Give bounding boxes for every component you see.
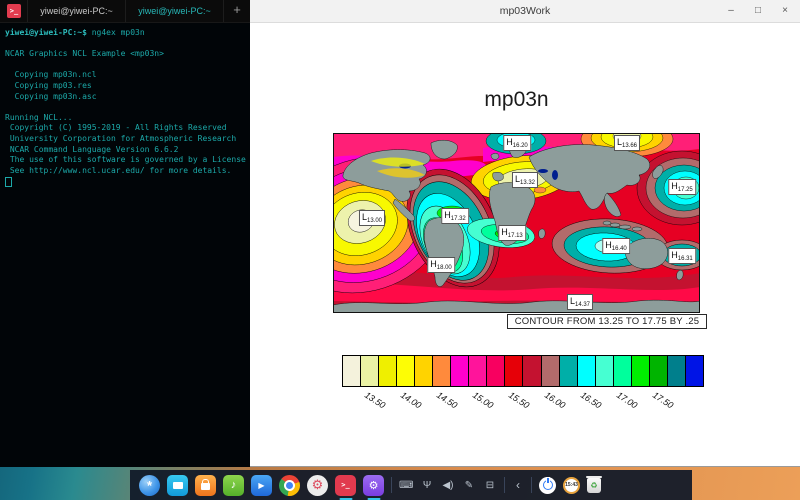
colorbar-tick-label: 14.00 bbox=[399, 390, 423, 411]
terminal-line bbox=[5, 102, 245, 113]
extremum-label: H16.40 bbox=[602, 238, 630, 254]
extremum-label: L13.32 bbox=[512, 172, 538, 188]
terminal-line: NCAR Command Language Version 6.6.2 bbox=[5, 145, 245, 156]
chevron-left-icon[interactable]: ‹ bbox=[512, 478, 524, 492]
keyboard-icon[interactable]: ⌨ bbox=[399, 480, 413, 491]
colorbar-cell bbox=[505, 356, 523, 386]
colorbar-tick-label: 16.50 bbox=[579, 390, 603, 411]
extremum-label: H18.00 bbox=[427, 257, 455, 273]
terminal-line bbox=[5, 39, 245, 50]
close-icon[interactable]: × bbox=[778, 0, 792, 22]
extremum-label: L13.66 bbox=[614, 135, 640, 151]
trash-icon[interactable]: ♻ bbox=[587, 478, 601, 493]
colorbar-cell bbox=[542, 356, 560, 386]
dock-separator bbox=[531, 477, 532, 493]
control-center-icon[interactable]: ⚙ bbox=[307, 475, 328, 496]
terminal-window: >_ yiwei@yiwei-PC:~ yiwei@yiwei-PC:~ + y… bbox=[0, 0, 250, 467]
active-indicator bbox=[339, 498, 352, 500]
file-manager-icon[interactable] bbox=[167, 475, 188, 496]
colorbar-cell bbox=[578, 356, 596, 386]
terminal-line: NCAR Graphics NCL Example <mp03n> bbox=[5, 49, 245, 60]
launcher-icon[interactable]: * bbox=[139, 475, 160, 496]
colorbar-tick-label: 17.00 bbox=[615, 390, 639, 411]
video-icon[interactable]: ▶ bbox=[251, 475, 272, 496]
colorbar-tick-label: 17.50 bbox=[651, 390, 675, 411]
active-indicator bbox=[367, 498, 380, 500]
colorbar-cell bbox=[469, 356, 487, 386]
power-icon[interactable] bbox=[539, 477, 556, 494]
terminal-line: The use of this software is governed by … bbox=[5, 155, 245, 166]
colorbar bbox=[342, 355, 704, 387]
colorbar-cell bbox=[487, 356, 505, 386]
clock-time: 15:43 bbox=[565, 482, 578, 488]
colorbar-cell bbox=[596, 356, 614, 386]
plot-window: mp03Work – □ × mp03n bbox=[250, 0, 800, 467]
terminal-output[interactable]: yiwei@yiwei-PC:~$ ng4ex mp03n NCAR Graph… bbox=[0, 23, 250, 462]
extremum-label: L14.37 bbox=[567, 294, 593, 310]
colorbar-tick-label: 13.50 bbox=[363, 390, 387, 411]
extremum-label: H17.13 bbox=[498, 225, 526, 241]
colorbar-cell bbox=[560, 356, 578, 386]
colorbar-cell bbox=[361, 356, 379, 386]
colorbar-cell bbox=[650, 356, 668, 386]
maximize-icon[interactable]: □ bbox=[751, 0, 765, 22]
colorbar-tick-label: 15.00 bbox=[471, 390, 495, 411]
microphone-icon[interactable]: Ψ bbox=[420, 480, 434, 491]
colorbar-labels: 13.50 14.00 14.50 15.00 15.50 16.00 16.50 17.00… bbox=[342, 389, 702, 413]
extremum-label: H17.32 bbox=[441, 208, 469, 224]
app-store-icon[interactable] bbox=[195, 475, 216, 496]
battery-icon[interactable]: ⊟ bbox=[483, 480, 497, 491]
music-icon[interactable]: ♪ bbox=[223, 475, 244, 496]
terminal-tab-2[interactable]: yiwei@yiwei-PC:~ bbox=[125, 0, 223, 22]
contour-map: H16.20 L13.66 L13.32 H17.25 L13.00 H17.32 H17.… bbox=[333, 133, 700, 313]
extremum-label: H16.20 bbox=[503, 135, 531, 151]
volume-icon[interactable]: ◀) bbox=[441, 480, 455, 491]
terminal-tabbar: >_ yiwei@yiwei-PC:~ yiwei@yiwei-PC:~ + bbox=[0, 0, 250, 23]
terminal-line: Copying mp03n.asc bbox=[5, 92, 245, 103]
colorbar-cell bbox=[397, 356, 415, 386]
terminal-line bbox=[5, 60, 245, 71]
dock-separator bbox=[391, 477, 392, 493]
colorbar-cell bbox=[686, 356, 703, 386]
extremum-label: L13.00 bbox=[359, 210, 385, 226]
colorbar-cell bbox=[614, 356, 632, 386]
colorbar-cell bbox=[632, 356, 650, 386]
package-manager-icon[interactable]: ⚙ bbox=[363, 475, 384, 496]
chrome-icon[interactable] bbox=[279, 475, 300, 496]
terminal-line: Copying mp03.res bbox=[5, 81, 245, 92]
extremum-label: H16.31 bbox=[668, 248, 696, 264]
colorbar-cell bbox=[668, 356, 686, 386]
terminal-line: Copying mp03n.ncl bbox=[5, 70, 245, 81]
terminal-tab-1[interactable]: yiwei@yiwei-PC:~ bbox=[27, 0, 125, 22]
colorbar-cell bbox=[379, 356, 397, 386]
terminal-dock-icon[interactable]: >_ bbox=[335, 475, 356, 496]
dock: * ♪ ▶ ⚙ >_ ⚙ ⌨ Ψ ◀) ✎ ⊟ ‹ 15:43 ♻ bbox=[130, 470, 692, 500]
minimize-icon[interactable]: – bbox=[724, 0, 738, 22]
colorbar-tick-label: 14.50 bbox=[435, 390, 459, 411]
contour-info-box: CONTOUR FROM 13.25 TO 17.75 BY .25 bbox=[507, 314, 707, 329]
map-markers: H16.20 L13.66 L13.32 H17.25 L13.00 H17.32 H17.… bbox=[333, 133, 700, 313]
colorbar-tick-label: 15.50 bbox=[507, 390, 531, 411]
colorbar-cell bbox=[523, 356, 541, 386]
terminal-line: Running NCL... bbox=[5, 113, 245, 124]
colorbar-tick-label: 16.00 bbox=[543, 390, 567, 411]
terminal-cursor bbox=[5, 177, 12, 187]
pen-icon[interactable]: ✎ bbox=[462, 480, 476, 491]
dock-separator bbox=[504, 477, 505, 493]
colorbar-cell bbox=[415, 356, 433, 386]
terminal-line: See http://www.ncl.ucar.edu/ for more de… bbox=[5, 166, 245, 177]
clock-widget[interactable]: 15:43 bbox=[563, 477, 580, 494]
plot-window-titlebar[interactable]: mp03Work – □ × bbox=[250, 0, 800, 23]
plot-title: mp03n bbox=[333, 88, 700, 112]
terminal-line: Copyright (C) 1995-2019 - All Rights Res… bbox=[5, 123, 245, 134]
colorbar-cell bbox=[343, 356, 361, 386]
terminal-line: University Corporation for Atmospheric R… bbox=[5, 134, 245, 145]
extremum-label: H17.25 bbox=[668, 179, 696, 195]
new-tab-button[interactable]: + bbox=[223, 0, 250, 22]
colorbar-cell bbox=[433, 356, 451, 386]
window-title: mp03Work bbox=[250, 0, 800, 22]
terminal-app-icon: >_ bbox=[7, 4, 21, 18]
colorbar-cell bbox=[451, 356, 469, 386]
terminal-line: yiwei@yiwei-PC:~$ ng4ex mp03n bbox=[5, 28, 245, 39]
